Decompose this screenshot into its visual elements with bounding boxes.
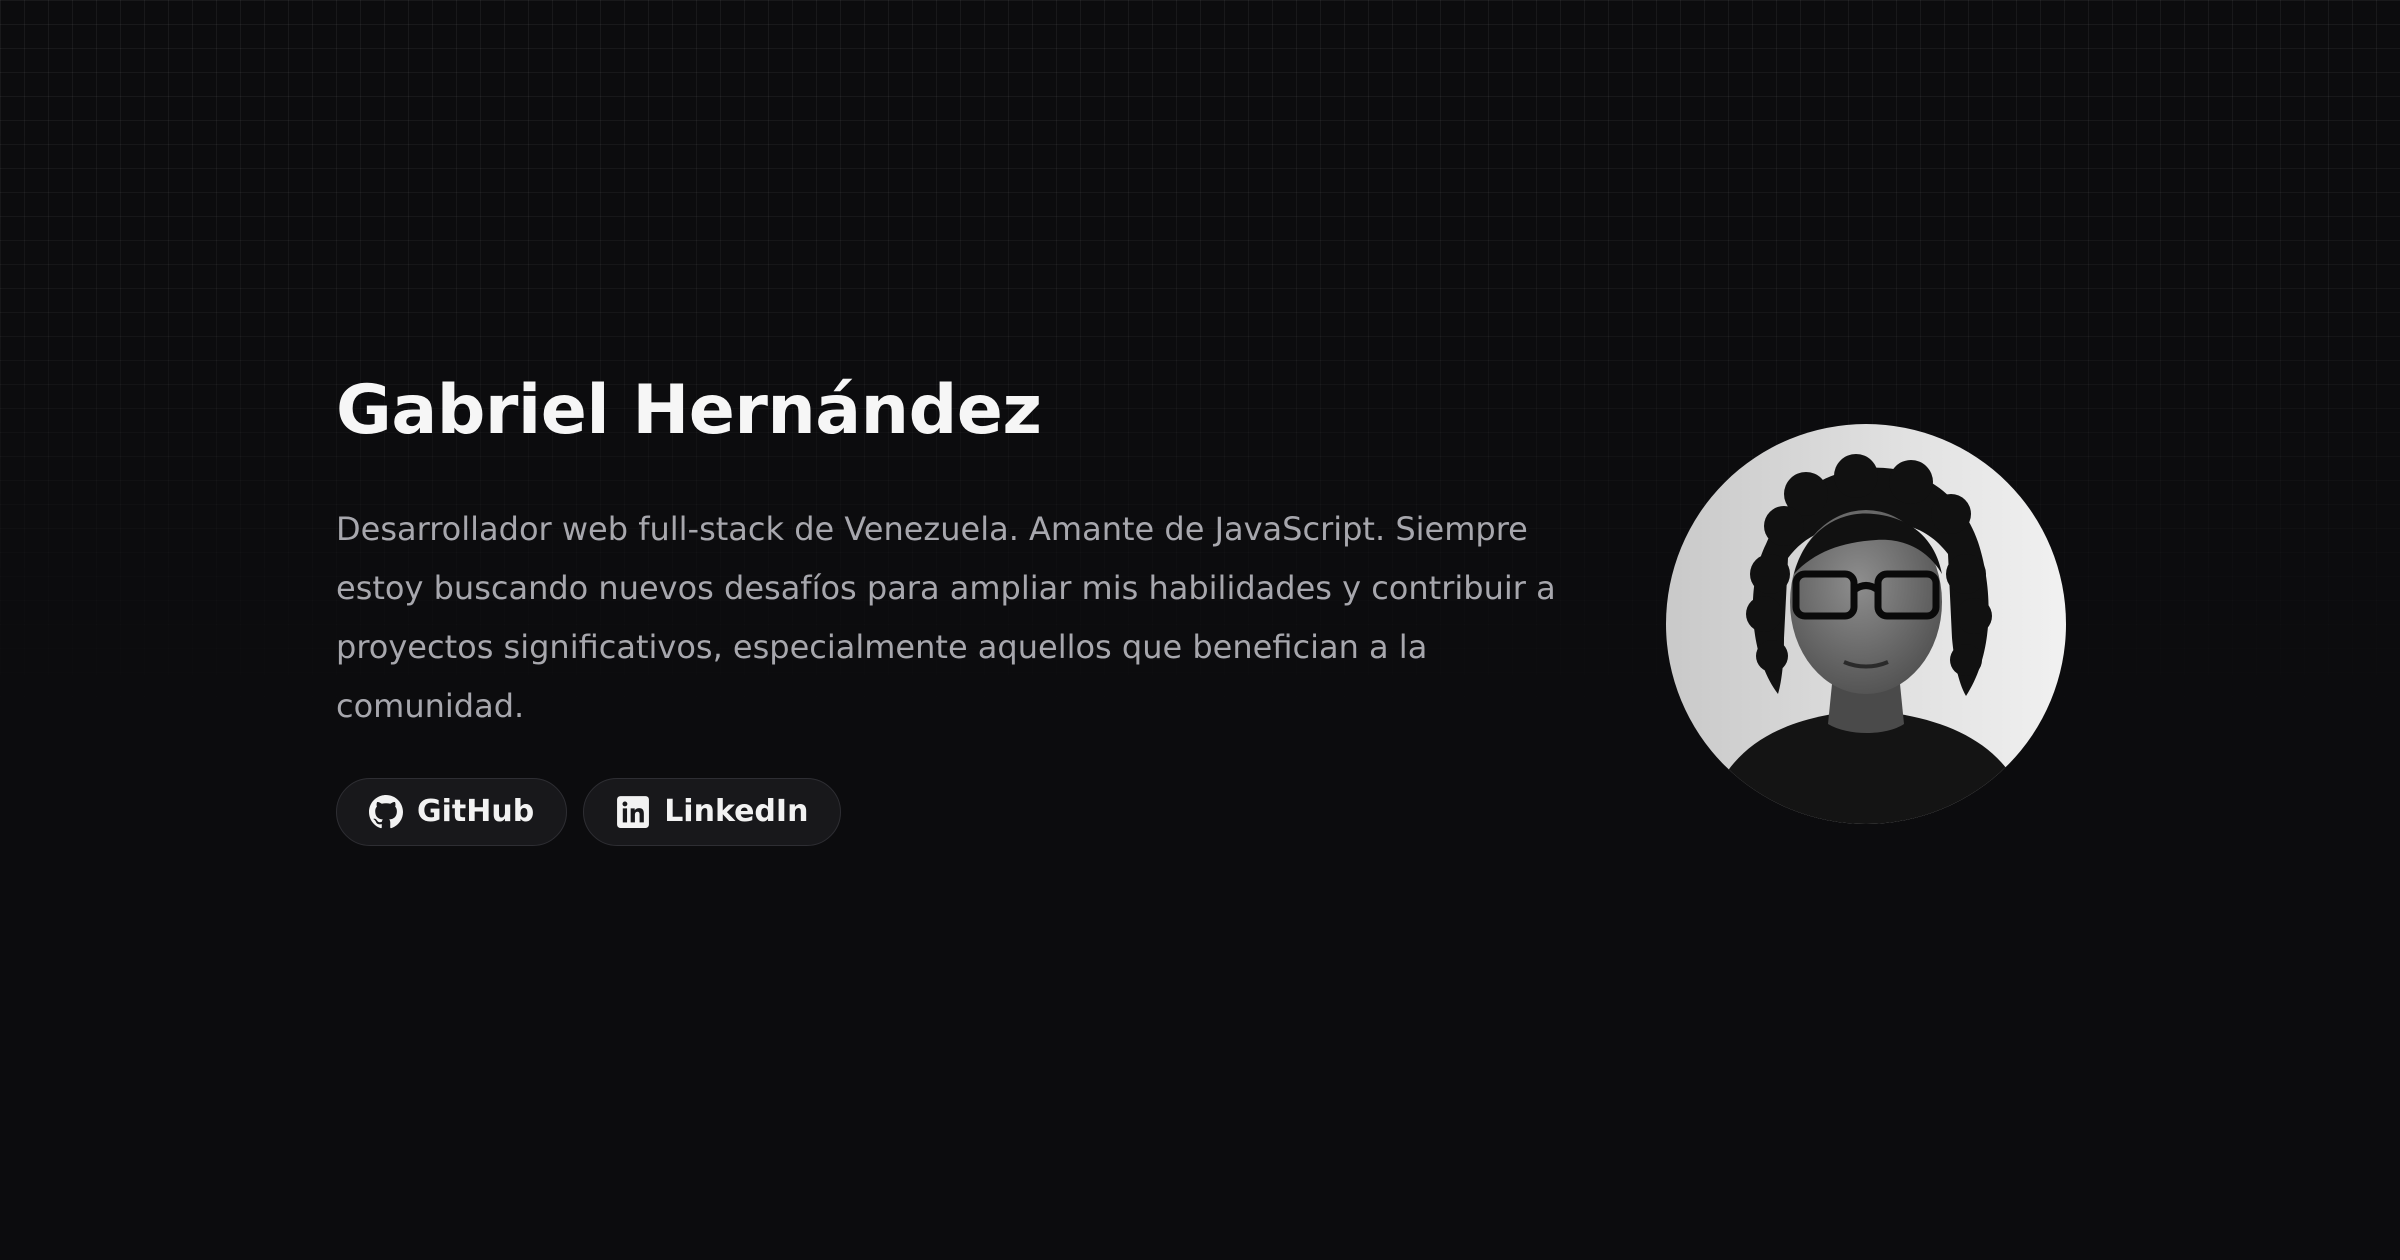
- profile-photo: [1666, 424, 2066, 824]
- github-link-label: GitHub: [417, 794, 535, 830]
- github-icon: [369, 794, 403, 829]
- linkedin-icon: [616, 795, 650, 829]
- intro: Gabriel Hernández Desarrollador web full…: [336, 370, 1556, 846]
- social-links: GitHub LinkedIn: [336, 777, 1556, 846]
- github-link[interactable]: GitHub: [336, 777, 568, 846]
- linkedin-link-label: LinkedIn: [664, 794, 809, 830]
- profile-name: Gabriel Hernández: [336, 371, 1042, 450]
- linkedin-link[interactable]: LinkedIn: [583, 777, 842, 846]
- hero-section: Gabriel Hernández Desarrollador web full…: [336, 370, 2066, 846]
- profile-bio: Desarrollador web full-stack de Venezuel…: [336, 509, 1556, 725]
- avatar: [1666, 424, 2066, 824]
